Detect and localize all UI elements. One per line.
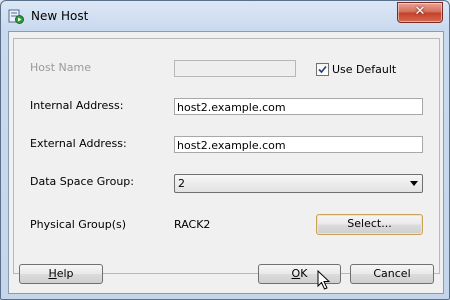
help-button[interactable]: Help [19,264,103,284]
dialog-content: Host Name Use Default Internal Address: … [8,31,444,294]
window-title: New Host [31,9,89,23]
physical-groups-value: RACK2 [174,218,211,231]
host-properties-panel: Host Name Use Default Internal Address: … [13,38,440,274]
new-host-dialog: New Host ✕ Host Name Use Default Interna… [0,0,450,300]
ok-label-rest: K [300,267,308,280]
close-button[interactable]: ✕ [397,2,443,23]
mouse-pointer-icon [317,270,331,290]
external-address-input[interactable]: host2.example.com [174,136,423,153]
use-default-label: Use Default [332,63,397,76]
data-space-group-select[interactable]: 2 [174,174,423,193]
title-bar[interactable]: New Host ✕ [1,1,449,31]
external-address-label: External Address: [30,137,127,150]
cancel-button[interactable]: Cancel [350,264,434,284]
select-physical-groups-button[interactable]: Select... [316,214,423,235]
chevron-down-icon [410,181,418,186]
use-default-checkbox[interactable] [316,63,329,76]
checkmark-icon [318,65,327,74]
host-name-input[interactable] [174,60,296,77]
ok-mnemonic: O [291,267,301,280]
host-app-icon [8,8,24,24]
data-space-group-label: Data Space Group: [30,175,134,188]
internal-address-input[interactable]: host2.example.com [174,98,423,115]
data-space-group-value: 2 [178,177,185,190]
internal-address-label: Internal Address: [30,99,124,112]
close-icon: ✕ [414,4,426,19]
help-label-rest: elp [56,267,74,280]
help-mnemonic: H [48,267,57,280]
host-name-label: Host Name [30,61,91,74]
physical-groups-label: Physical Group(s) [30,218,127,231]
